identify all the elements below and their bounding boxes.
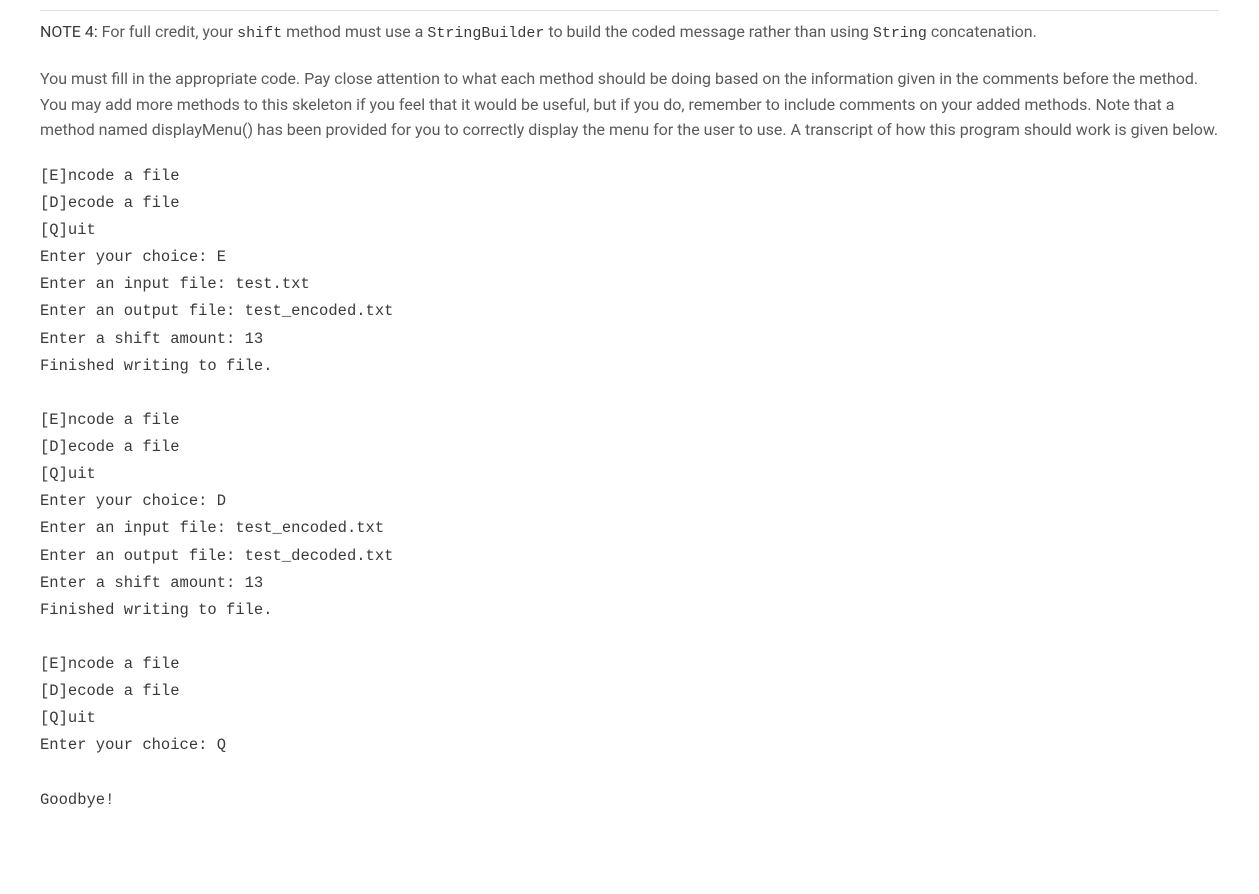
note-text-1: For full credit, your: [98, 22, 237, 41]
note-prefix: NOTE 4:: [40, 22, 98, 41]
note-text-3: to build the coded message rather than u…: [544, 22, 872, 41]
code-shift: shift: [237, 25, 282, 42]
code-string: String: [873, 25, 927, 42]
code-stringbuilder: StringBuilder: [427, 25, 544, 42]
note-4-paragraph: NOTE 4: For full credit, your shift meth…: [40, 19, 1219, 46]
program-transcript: [E]ncode a file [D]ecode a file [Q]uit E…: [40, 163, 1219, 814]
note-4-block: NOTE 4: For full credit, your shift meth…: [40, 10, 1219, 46]
note-text-2: method must use a: [282, 22, 427, 41]
instructions-paragraph: You must fill in the appropriate code. P…: [40, 66, 1219, 143]
note-text-4: concatenation.: [927, 22, 1037, 41]
